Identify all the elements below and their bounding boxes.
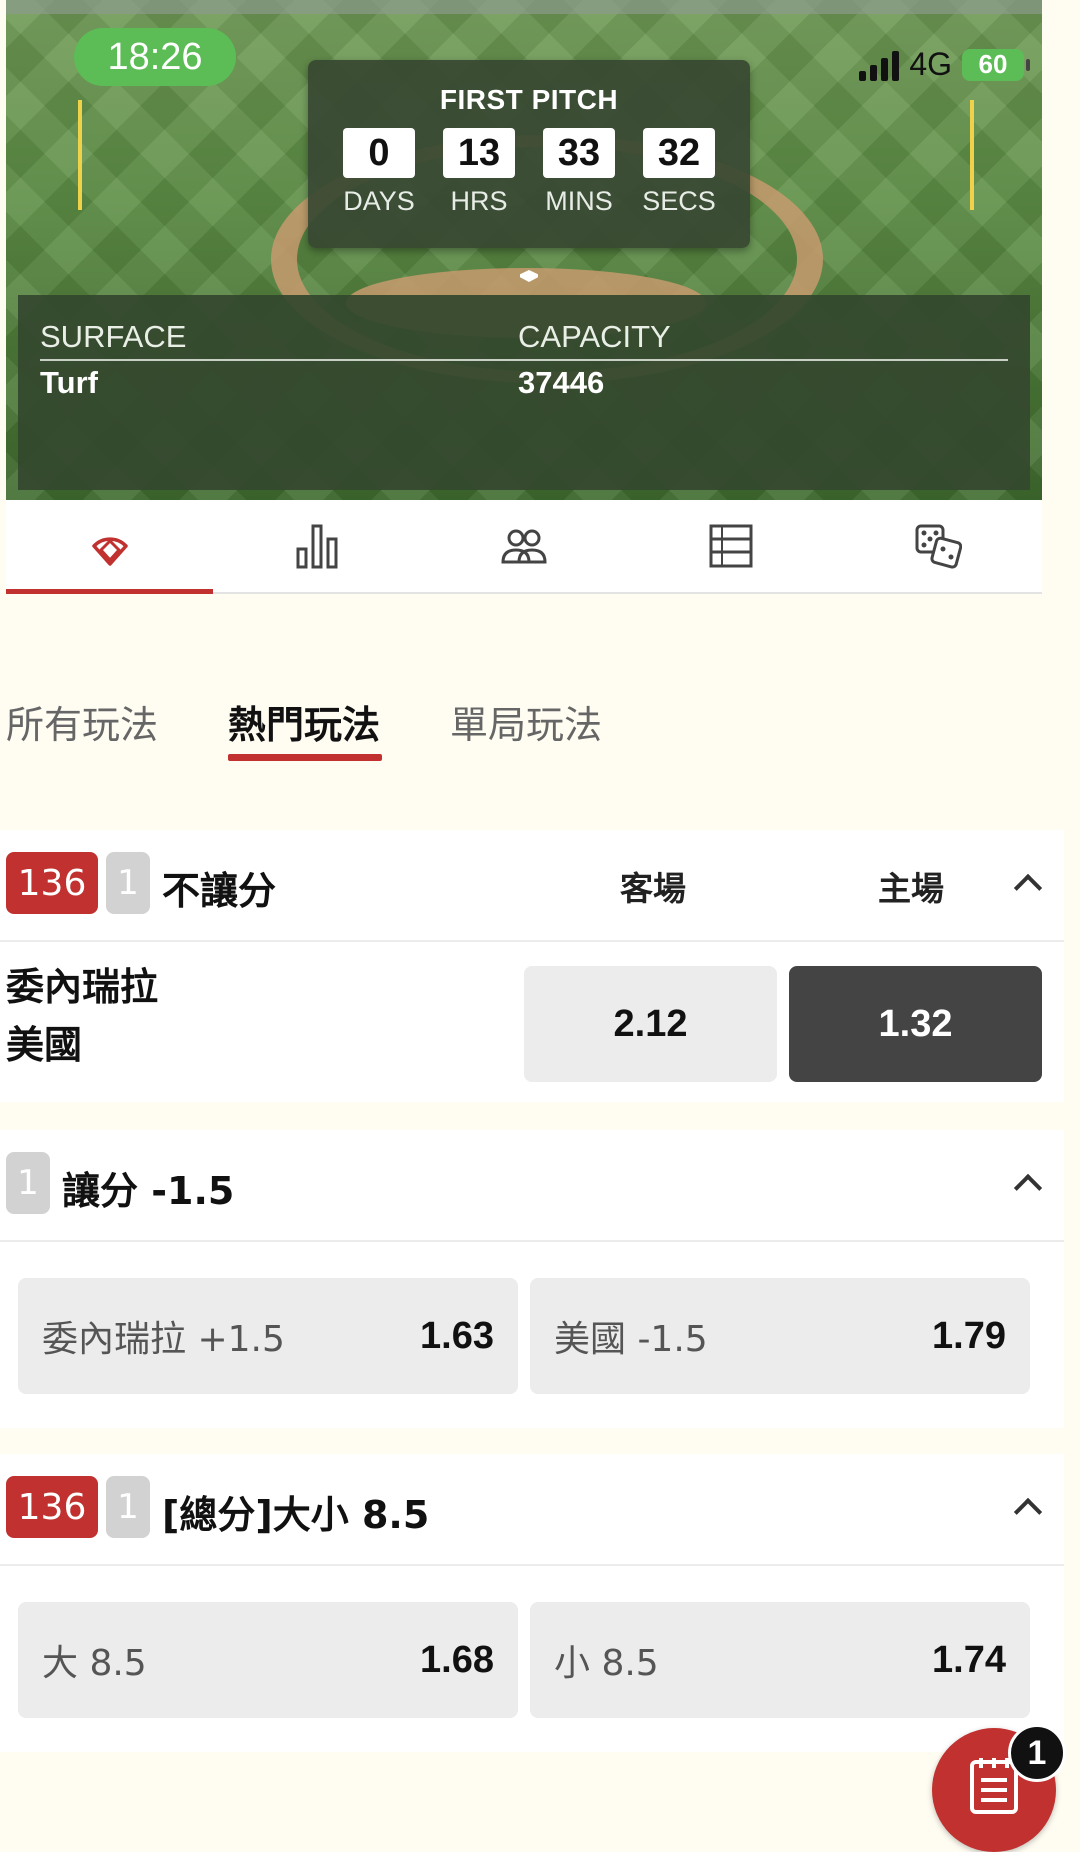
option-odds: 1.63 [420,1314,494,1357]
column-home: 主場 [878,869,944,908]
tab-field[interactable] [6,500,213,594]
market-moneyline-header[interactable]: 136 1 不讓分 客場 主場 [0,830,1064,942]
battery-icon: 60 [962,48,1030,81]
market-handicap-header[interactable]: 1 讓分 -1.5 [0,1130,1064,1242]
stadium-header: 18:26 4G 60 FIRST PITCH 0 DAYS 13 HRS 33… [6,0,1042,500]
option-odds: 1.74 [932,1638,1006,1681]
tab-inning-markets[interactable]: 單局玩法 [450,694,602,749]
market-id-badge: 136 [6,852,98,914]
market-id-badge: 136 [6,1476,98,1538]
icon-tab-bar [6,500,1042,594]
first-pitch-countdown: FIRST PITCH 0 DAYS 13 HRS 33 MINS 32 SEC… [308,60,750,248]
countdown-hours-label: HRS [450,186,508,216]
countdown-secs: 32 SECS [642,128,717,217]
handicap-away-button[interactable]: 委內瑞拉 +1.5 1.63 [18,1278,518,1394]
team-names: 委內瑞拉 美國 [6,958,158,1074]
market-count-badge: 1 [6,1152,50,1214]
capacity-value: 37446 [518,365,605,400]
option-label: 委內瑞拉 +1.5 [42,1319,285,1360]
market-moneyline: 136 1 不讓分 客場 主場 委內瑞拉 美國 2.12 1.32 [0,830,1064,1102]
market-title: [總分]大小 8.5 [162,1493,430,1537]
tab-dice[interactable] [834,500,1041,592]
chevron-up-icon[interactable] [1013,1173,1043,1203]
venue-info-panel: SURFACE CAPACITY Turf 37446 [18,295,1030,490]
signal-icon [859,49,900,81]
market-handicap: 1 讓分 -1.5 委內瑞拉 +1.5 1.63 美國 -1.5 1.79 [0,1130,1064,1428]
total-under-button[interactable]: 小 8.5 1.74 [530,1602,1030,1718]
stats-bar-chart-icon [296,524,337,569]
option-label: 美國 -1.5 [554,1319,708,1360]
handicap-home-button[interactable]: 美國 -1.5 1.79 [530,1278,1030,1394]
market-total-header[interactable]: 136 1 [總分]大小 8.5 [0,1454,1064,1566]
countdown-days: 0 DAYS [342,128,417,217]
countdown-mins: 33 MINS [542,128,617,217]
surface-value: Turf [40,365,98,400]
active-tab-indicator [228,754,382,761]
odds-home-button[interactable]: 1.32 [789,966,1042,1082]
market-category-tabs: 所有玩法 熱門玩法 單局玩法 [0,680,1080,780]
option-label: 大 8.5 [42,1643,147,1684]
foul-pole-right [970,100,974,210]
odds-away-button[interactable]: 2.12 [524,966,777,1082]
countdown-mins-value: 33 [543,128,615,178]
market-count-badge: 1 [106,1476,150,1538]
countdown-mins-label: MINS [545,186,613,216]
countdown-hours-value: 13 [443,128,515,178]
lineup-people-icon [500,529,547,564]
tab-stats[interactable] [213,500,420,592]
tab-all-markets[interactable]: 所有玩法 [6,694,158,749]
chevron-up-icon[interactable] [1013,873,1043,903]
foul-pole-left [78,100,82,210]
list-rows-icon [709,524,752,568]
chevron-up-icon[interactable] [1013,1497,1043,1527]
tab-list[interactable] [627,500,834,592]
market-count-badge: 1 [106,852,150,914]
dice-icon [915,524,962,569]
countdown-title: FIRST PITCH [439,84,619,115]
option-odds: 1.79 [932,1314,1006,1357]
tab-lineup[interactable] [420,500,627,592]
column-away: 客場 [620,869,686,908]
countdown-secs-label: SECS [642,186,716,216]
header-top-strip [6,0,1042,14]
countdown-days-value: 0 [343,128,415,178]
option-odds: 1.68 [420,1638,494,1681]
bet-slip-count-badge: 1 [1008,1724,1066,1782]
market-title: 讓分 -1.5 [62,1169,235,1213]
countdown-secs-value: 32 [643,128,715,178]
status-time: 18:26 [74,28,236,86]
team-away-name: 委內瑞拉 [6,965,159,1009]
countdown-hours: 13 HRS [442,128,517,217]
total-over-button[interactable]: 大 8.5 1.68 [18,1602,518,1718]
status-bar-right: 4G 60 [859,46,1030,83]
surface-label: SURFACE [40,319,187,354]
option-label: 小 8.5 [554,1643,659,1684]
market-title: 不讓分 [162,869,277,913]
countdown-days-label: DAYS [343,186,415,216]
baseball-field-icon [91,537,128,566]
capacity-label: CAPACITY [518,319,671,354]
team-home-name: 美國 [6,1023,83,1067]
tab-popular-markets[interactable]: 熱門玩法 [228,694,380,749]
network-type: 4G [909,46,952,82]
market-total: 136 1 [總分]大小 8.5 大 8.5 1.68 小 8.5 1.74 [0,1454,1064,1752]
